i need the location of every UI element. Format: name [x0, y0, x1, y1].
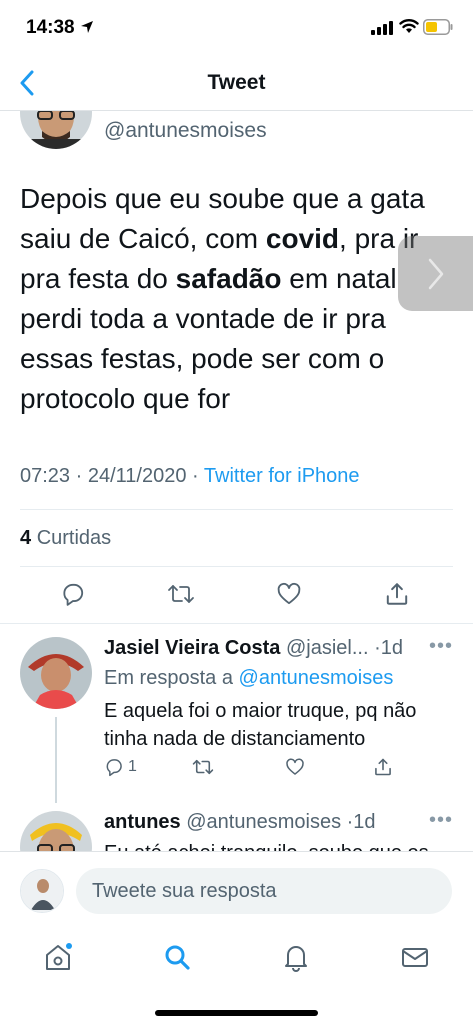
- share-icon: [375, 758, 391, 776]
- reply-actions: 1: [104, 757, 404, 783]
- battery-icon: [423, 19, 453, 35]
- wifi-icon: [399, 19, 419, 33]
- tweet-text: Depois que eu soube que a gata saiu de C…: [20, 179, 450, 419]
- like-button[interactable]: [285, 757, 305, 777]
- retweet-icon: [192, 759, 214, 775]
- divider: [20, 509, 453, 510]
- next-button[interactable]: [398, 236, 473, 311]
- reply-header: Jasiel Vieira Costa @jasiel... ·1d: [104, 637, 403, 660]
- heart-icon: [286, 758, 304, 775]
- retweet-icon: [168, 585, 194, 603]
- divider: [20, 566, 453, 567]
- reply-item[interactable]: antunes @antunesmoises ·1d ••• Eu até ac…: [0, 803, 473, 851]
- status-time: 14:38: [26, 17, 75, 38]
- tab-bar: [0, 927, 473, 1024]
- status-bar: 14:38: [0, 0, 473, 56]
- reply-input[interactable]: Tweete sua resposta: [76, 868, 452, 914]
- reply-text: Eu até achei tranquilo, soube que os: [104, 839, 454, 851]
- reply-author-name[interactable]: antunes: [104, 811, 181, 833]
- location-arrow-icon: [81, 21, 93, 33]
- tab-search[interactable]: [157, 937, 197, 977]
- avatar[interactable]: [20, 811, 92, 851]
- avatar[interactable]: [20, 637, 92, 709]
- home-icon: [46, 943, 72, 970]
- reply-to: Em resposta a @antunesmoises: [104, 667, 393, 690]
- tweet-actions: [0, 577, 473, 617]
- more-options-icon[interactable]: •••: [429, 635, 453, 658]
- thread-line: [55, 717, 57, 803]
- tweet-meta: 07:23 · 24/11/2020 · Twitter for iPhone: [20, 465, 360, 488]
- tweet-source-link[interactable]: Twitter for iPhone: [204, 465, 360, 487]
- reply-age: ·1d: [374, 637, 403, 659]
- reply-author-name[interactable]: Jasiel Vieira Costa: [104, 637, 280, 659]
- share-icon: [386, 583, 408, 605]
- more-options-icon[interactable]: •••: [429, 809, 453, 832]
- nav-bar: Tweet: [0, 56, 473, 111]
- likes-summary[interactable]: 4 Curtidas: [20, 527, 111, 550]
- reply-compose-bar: Tweete sua resposta: [0, 851, 473, 927]
- reply-count: 1: [128, 758, 137, 775]
- reply-text: E aquela foi o maior truque, pq não tinh…: [104, 700, 417, 750]
- likes-count: 4: [20, 527, 32, 549]
- like-button[interactable]: [274, 579, 304, 609]
- bell-icon: [285, 946, 307, 972]
- meta-separator: ·: [75, 465, 83, 487]
- retweet-button[interactable]: [192, 757, 214, 777]
- reply-button[interactable]: 1: [104, 757, 137, 777]
- tweet-text-bold: safadão: [175, 263, 282, 294]
- tab-notifications[interactable]: [276, 937, 316, 977]
- meta-separator: ·: [192, 465, 199, 487]
- signal-icon: [371, 21, 393, 35]
- retweet-button[interactable]: [166, 579, 196, 609]
- reply-input-placeholder: Tweete sua resposta: [92, 879, 277, 902]
- chevron-right-icon: [428, 258, 443, 289]
- share-button[interactable]: [382, 579, 412, 609]
- reply-author-handle[interactable]: @jasiel...: [286, 637, 369, 659]
- tweet-detail: @antunesmoises Depois que eu soube que a…: [0, 111, 473, 851]
- comment-icon: [63, 583, 84, 606]
- avatar[interactable]: [20, 869, 64, 913]
- reply-item[interactable]: Jasiel Vieira Costa @jasiel... ·1d ••• E…: [0, 623, 473, 803]
- reply-age: ·1d: [346, 811, 376, 833]
- tweet-time: 07:23: [20, 465, 71, 487]
- reply-header: antunes @antunesmoises ·1d: [104, 811, 376, 834]
- author-handle[interactable]: @antunesmoises: [104, 119, 267, 143]
- mail-icon: [402, 948, 428, 967]
- comment-icon: [106, 759, 122, 777]
- tweet-text-bold: covid: [265, 223, 340, 254]
- page-title: Tweet: [207, 71, 266, 94]
- reply-to-mention[interactable]: @antunesmoises: [239, 667, 394, 689]
- home-indicator: [155, 1010, 318, 1016]
- heart-icon: [277, 582, 301, 605]
- search-icon: [165, 945, 190, 970]
- likes-label: Curtidas: [36, 527, 112, 549]
- reply-author-handle[interactable]: @antunesmoises: [186, 811, 341, 833]
- avatar[interactable]: [20, 111, 92, 149]
- tab-messages[interactable]: [395, 937, 435, 977]
- share-button[interactable]: [373, 757, 393, 777]
- reply-to-label: Em resposta a: [104, 667, 233, 689]
- reply-button[interactable]: [58, 579, 88, 609]
- tweet-date: 24/11/2020: [87, 465, 187, 487]
- tab-home[interactable]: [38, 937, 78, 977]
